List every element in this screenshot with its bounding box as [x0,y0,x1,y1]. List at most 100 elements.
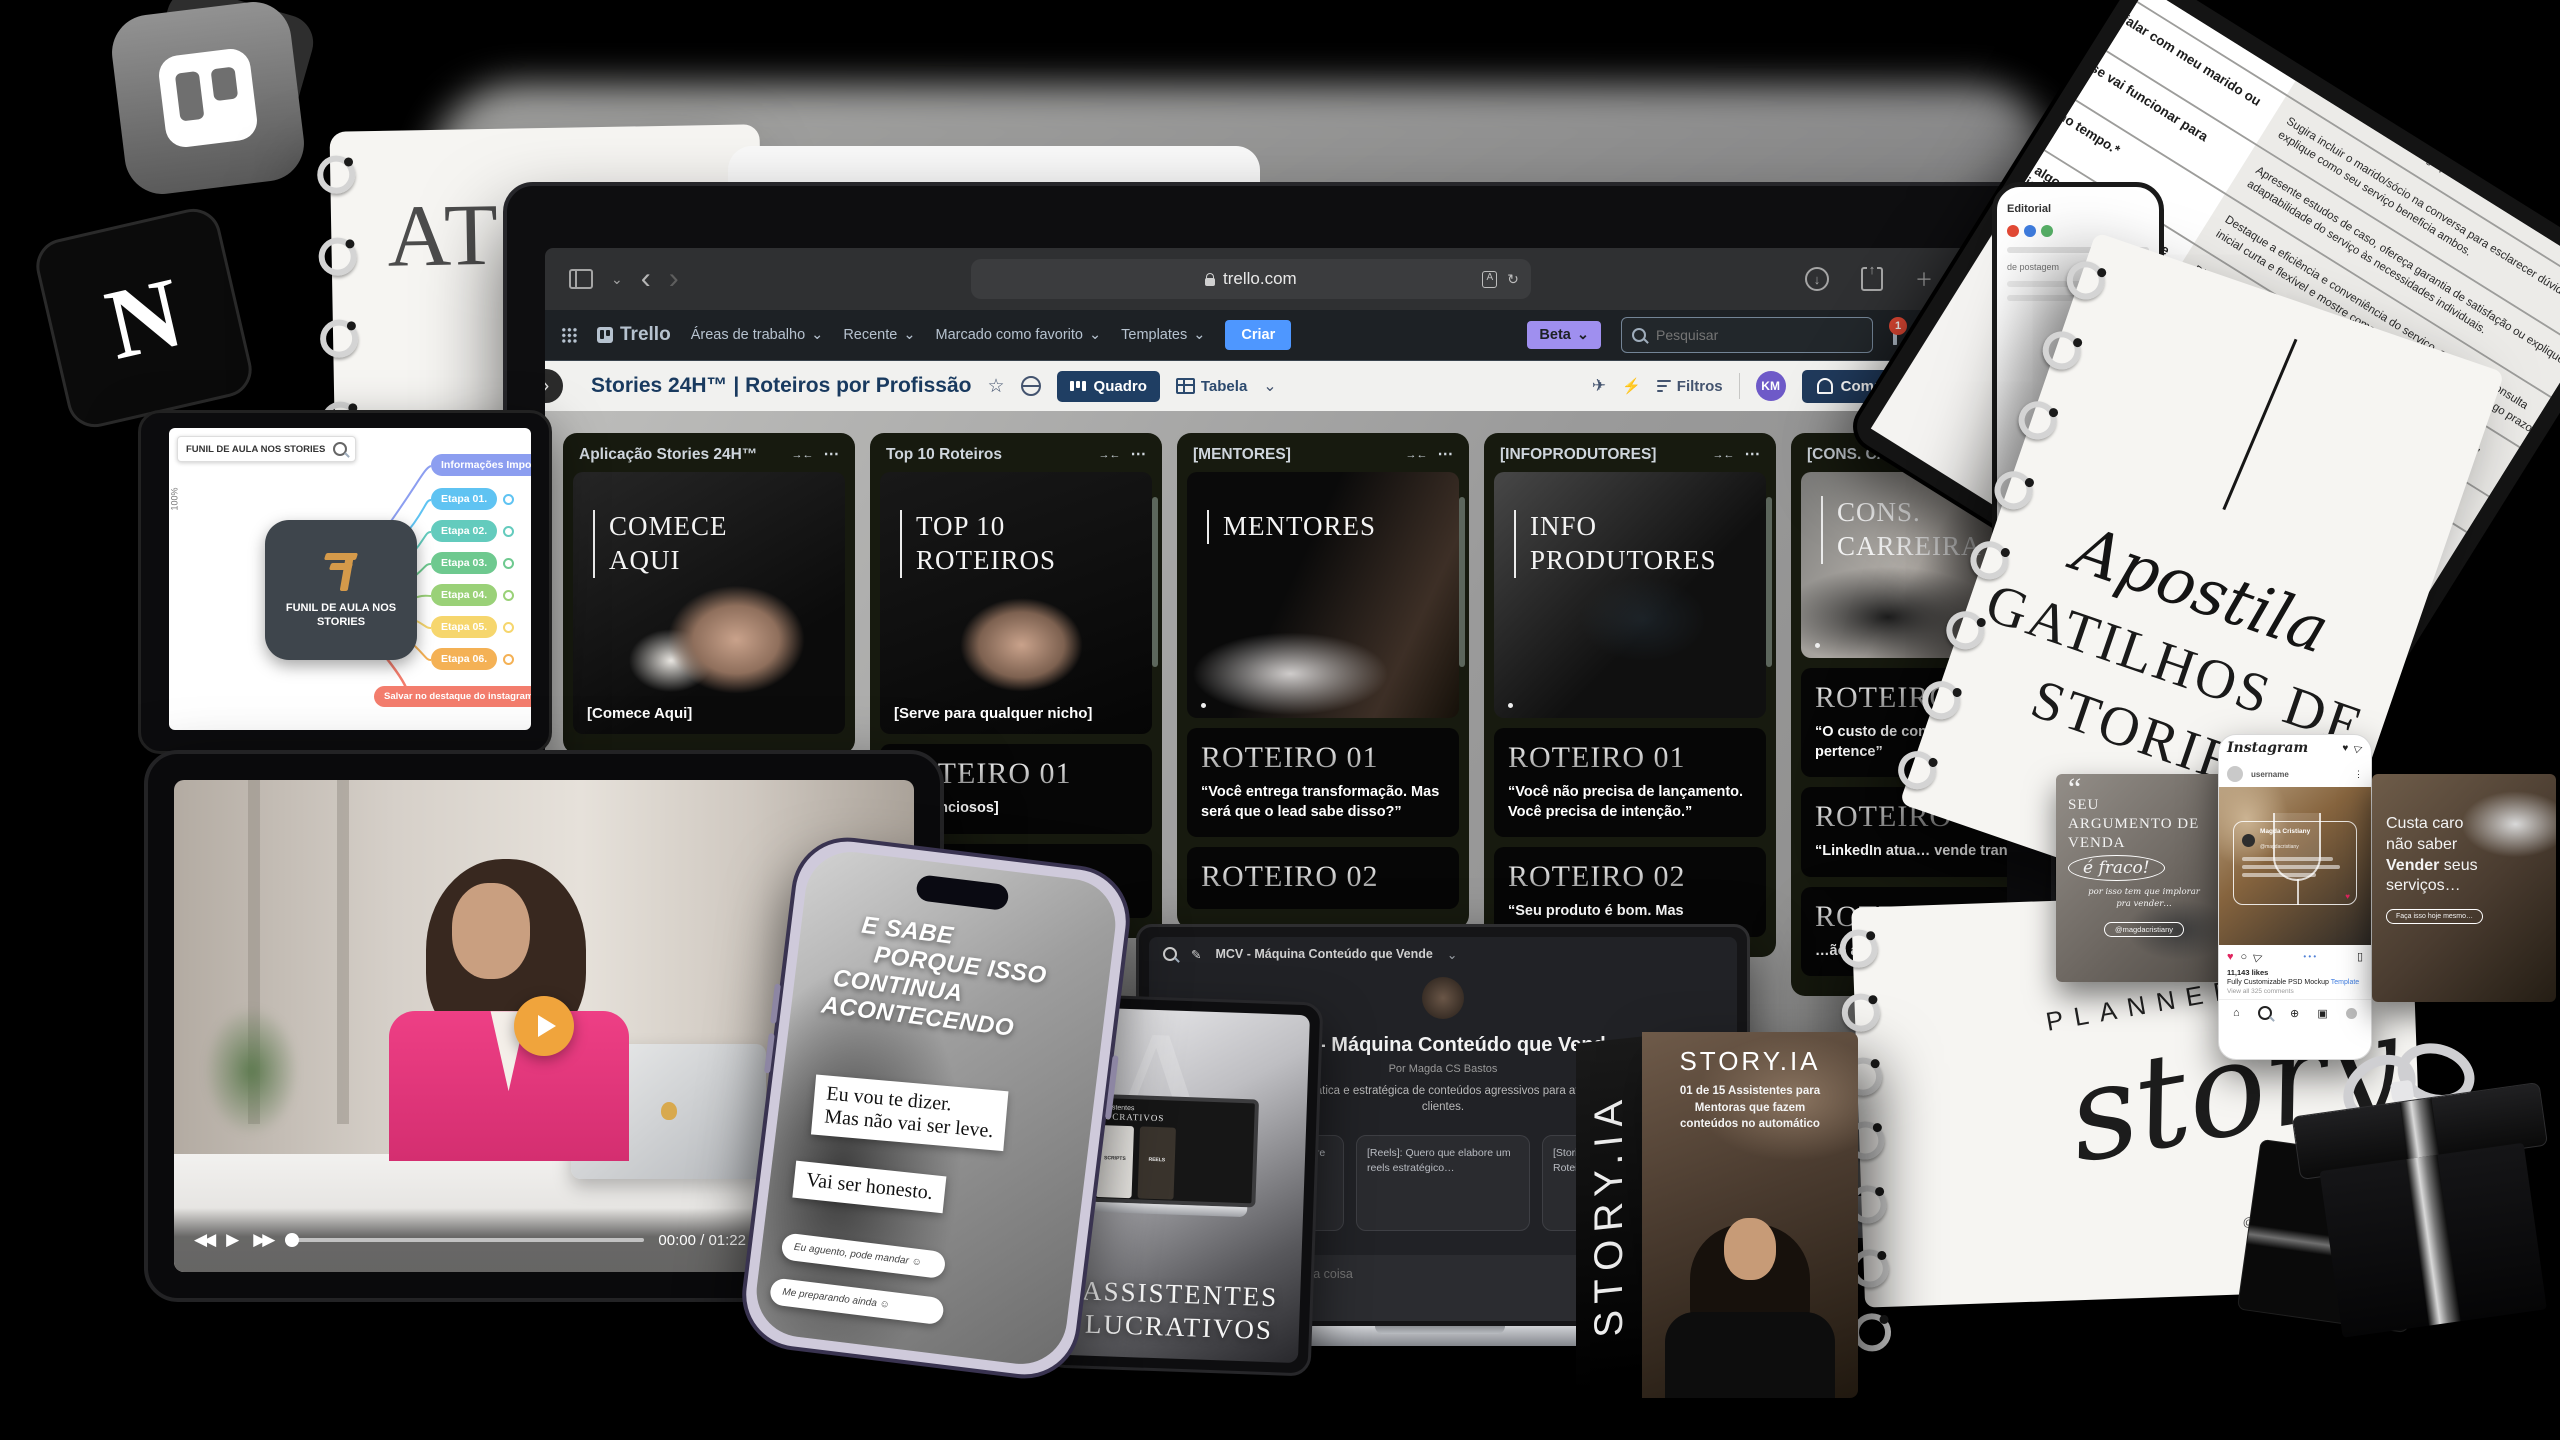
forward-icon[interactable]: › [669,262,679,296]
automation-icon[interactable]: ⚡ [1622,377,1641,395]
branch-etapa-01[interactable]: Etapa 01. [431,488,497,510]
collapse-list-icon[interactable]: →← [792,449,814,461]
nav-templates[interactable]: Templates⌄ [1121,327,1205,343]
caption-tag[interactable]: Template [2331,979,2359,986]
search-input[interactable] [1654,326,1828,344]
play-icon[interactable]: ▶ [226,1230,239,1250]
post-media[interactable]: Magda Cristiany@magdacristiany ♥ [2219,787,2371,945]
story-screen[interactable]: E SABE PORQUE ISSO CONTINUA ACONTECENDO … [751,847,1120,1369]
mindmap-center-node[interactable]: FUNIL DE AULA NOS STORIES [265,520,417,660]
collapse-list-icon[interactable]: →← [1713,449,1735,461]
cta-pill[interactable]: Faça isso hoje mesmo… [2386,909,2483,924]
translate-icon[interactable]: A [1482,271,1497,288]
branch-etapa-04[interactable]: Etapa 04. [431,584,497,606]
profile-icon[interactable] [2346,1008,2357,1019]
views-chevron-icon[interactable]: ⌄ [1263,376,1276,396]
chevron-down-icon: ⌄ [1577,327,1589,343]
card-cover-infoprodutores[interactable]: INFOPRODUTORES [1494,472,1766,718]
handle-pill: @magdacristiany [2104,922,2184,937]
card-roteiro-01[interactable]: ROTEIRO 01“Você não precisa de lançament… [1494,728,1766,837]
explore-icon[interactable] [2258,1006,2272,1020]
list-menu-icon[interactable]: ⋯ [1438,445,1454,464]
heart-icon[interactable]: ♥ [2342,743,2348,754]
reels-icon[interactable]: ▣ [2317,1007,2327,1020]
create-button[interactable]: Criar [1225,320,1291,350]
reload-icon[interactable]: ↻ [1507,271,1519,288]
power-ups-icon[interactable]: ✈ [1592,376,1606,396]
toolbar-chevron-icon[interactable]: ⌄ [611,271,623,288]
list-scrollbar[interactable] [1766,497,1772,667]
trello-bar-left-icon [175,71,205,122]
member-avatar[interactable]: KM [1756,371,1786,401]
storyia-subline: 01 de 15 Assistentes para [1680,1085,1820,1097]
comment-icon[interactable]: ○ [2241,951,2248,963]
post-menu-icon[interactable]: ⋮ [2354,769,2363,780]
trello-logo[interactable]: Trello [597,324,671,346]
comments-link[interactable]: View all 325 comments [2227,988,2363,995]
storyia-title: STORY.IA [1642,1046,1858,1077]
card-roteiro-02[interactable]: ROTEIRO 02 [1187,847,1459,909]
home-icon[interactable]: ⌂ [2233,1007,2240,1019]
bookmark-icon[interactable]: ▯ [2357,950,2363,963]
nav-recente[interactable]: Recente⌄ [843,327,915,343]
branch-etapa-06[interactable]: Etapa 06. [431,648,497,670]
gpt-avatar [1422,977,1464,1019]
branch-etapa-05[interactable]: Etapa 05. [431,616,497,638]
rewind-icon[interactable]: ◀◀ [194,1230,212,1250]
search-icon [1632,328,1646,342]
mindmap-doc-tab[interactable]: FUNIL DE AULA NOS STORIES [177,436,356,462]
address-bar[interactable]: trello.com ▷ A ↻ [971,259,1531,299]
cover-dot [1201,703,1206,708]
search-box[interactable] [1621,317,1873,353]
dm-icon[interactable]: ▷ [2354,742,2365,755]
sidebar-icon[interactable] [569,269,593,289]
list-scrollbar[interactable] [1459,497,1465,667]
view-table-button[interactable]: Tabela [1176,378,1247,395]
collapse-list-icon[interactable]: →← [1406,449,1428,461]
card-cover-top10[interactable]: TOP 10ROTEIROS [Serve para qualquer nich… [880,472,1152,734]
collapse-list-icon[interactable]: →← [1099,449,1121,461]
branch-informacoes[interactable]: Informações Importantes [431,454,531,476]
fast-forward-icon[interactable]: ▶▶ [253,1230,271,1250]
avatar[interactable] [2227,766,2243,782]
collapse-sidebar-icon[interactable]: › [545,369,563,403]
search-icon[interactable] [1163,947,1177,961]
view-board-button[interactable]: Quadro [1057,371,1160,402]
card-line: ARGUMENTO DE [2068,816,2199,832]
new-chat-icon[interactable]: ✎ [1191,947,1201,962]
filters-button[interactable]: Filtros [1657,378,1723,395]
nav-favoritos[interactable]: Marcado como favorito⌄ [935,327,1101,343]
new-post-icon[interactable]: ⊕ [2290,1007,2299,1020]
prompt-card-reels[interactable]: [Reels]: Quero que elabore um reels estr… [1356,1135,1530,1231]
list-menu-icon[interactable]: ⋯ [824,445,840,464]
nav-areas-de-trabalho[interactable]: Áreas de trabalho⌄ [691,327,824,343]
progress-handle[interactable] [285,1233,299,1247]
branch-salvar-destaque[interactable]: Salvar no destaque do instagram [374,686,531,707]
back-icon[interactable]: ‹ [641,262,651,296]
list-menu-icon[interactable]: ⋯ [1745,445,1761,464]
play-button[interactable] [514,996,574,1056]
branch-etapa-03[interactable]: Etapa 03. [431,552,497,574]
list-scrollbar[interactable] [1152,497,1158,667]
gift-box-large [2217,1017,2560,1380]
gpt-window-title[interactable]: MCV - Máquina Conteúdo que Vende [1215,947,1432,961]
downloads-icon[interactable]: ↓ [1805,267,1829,291]
list-menu-icon[interactable]: ⋯ [1131,445,1147,464]
card-cover-mentores[interactable]: MENTORES [1187,472,1459,718]
beta-dropdown[interactable]: Beta⌄ [1527,321,1601,349]
quote-icon: “ [2068,784,2220,794]
branch-etapa-02[interactable]: Etapa 02. [431,520,497,542]
share-icon[interactable]: ↑ [1861,267,1883,291]
username[interactable]: username [2251,770,2289,779]
card-cover-comece-aqui[interactable]: COMECEAQUI [Comece Aqui] [573,472,845,734]
share-post-icon[interactable]: ▷ [2252,949,2264,964]
like-icon[interactable]: ♥ [2227,951,2234,963]
storyia-box: STORY.IA STORY.IA 01 de 15 Assistentes p… [1576,1032,1858,1398]
new-tab-icon[interactable]: ＋ [1915,266,1933,292]
progress-bar[interactable] [285,1238,644,1242]
visibility-icon[interactable] [1021,376,1041,396]
star-icon[interactable]: ☆ [987,375,1004,398]
model-face [1724,1218,1776,1280]
app-switcher-icon[interactable] [561,327,577,343]
card-roteiro-01[interactable]: ROTEIRO 01“Você entrega transformação. M… [1187,728,1459,837]
